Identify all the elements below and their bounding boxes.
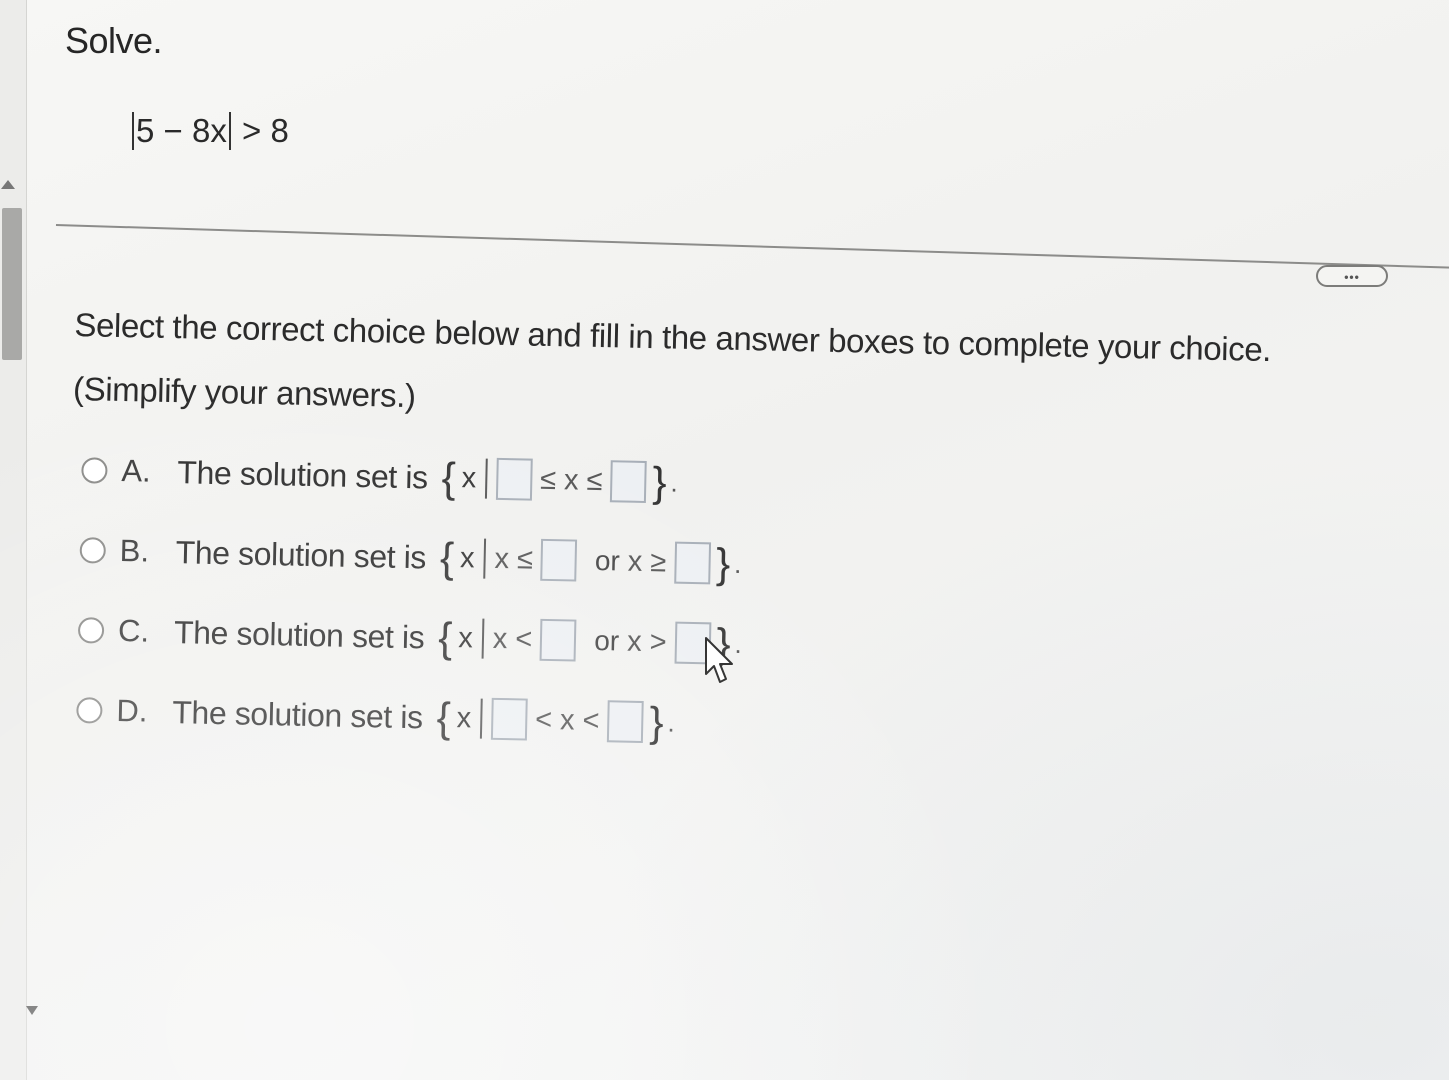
choice-a-operator-1: ≤ [539, 463, 557, 496]
choice-d-answer-box-1[interactable] [490, 697, 528, 741]
scroll-up-arrow-icon[interactable] [1, 180, 15, 189]
set-builder-bar [484, 458, 488, 499]
choice-c-or: or [593, 624, 620, 657]
simplify-note: (Simplify your answers.) [72, 369, 416, 415]
close-brace: } [649, 698, 665, 746]
choice-d-operator-2: < [582, 704, 600, 737]
set-builder-bar [479, 698, 483, 739]
choice-b-or: or [594, 544, 621, 577]
choice-list: A. The solution set is { x ≤ x ≤ } . B. … [66, 430, 1269, 775]
scroll-down-arrow-icon[interactable] [26, 1006, 38, 1015]
close-brace: } [715, 539, 731, 587]
set-variable: x [456, 701, 472, 734]
answer-section: Select the correct choice below and fill… [66, 300, 1272, 775]
choice-b-letter: B. [119, 532, 150, 569]
choice-c-radio[interactable] [77, 617, 105, 644]
equation-rhs: 8 [270, 112, 289, 149]
absolute-value-bar-right [228, 112, 231, 150]
equation-inside: 5 − 8x [136, 112, 227, 149]
close-brace: } [716, 619, 732, 667]
choice-c-lhs-var-2: x [626, 625, 642, 658]
absolute-value-bar-left [132, 112, 134, 150]
problem-equation: 5 − 8x > 8 [130, 112, 289, 150]
choice-b-period: . [733, 548, 742, 579]
choice-b-lhs-var: x [494, 542, 510, 575]
choice-d-answer-box-2[interactable] [607, 700, 644, 743]
choice-a-middle-var: x [563, 463, 579, 497]
choice-c-answer-box-2[interactable] [674, 621, 712, 665]
set-builder-bar [481, 618, 485, 659]
more-options-button[interactable]: ••• [1316, 265, 1388, 287]
set-builder-bar [483, 538, 486, 579]
equation-operator: > [242, 112, 262, 149]
choice-a-answer-box-2[interactable] [610, 460, 647, 504]
choice-a-answer-box-1[interactable] [495, 457, 533, 501]
choice-d-period: . [667, 707, 676, 738]
scrollbar-track[interactable] [0, 0, 27, 1080]
choice-b-radio[interactable] [79, 537, 107, 564]
open-brace: { [441, 453, 457, 502]
choice-c-text: The solution set is [173, 613, 425, 655]
choice-b-text: The solution set is [175, 533, 427, 575]
open-brace: { [437, 613, 453, 661]
choice-d-middle-var: x [559, 703, 575, 737]
choice-d-operator-1: < [534, 703, 553, 736]
choice-b-lhs-var-2: x [627, 545, 643, 578]
close-brace: } [652, 458, 668, 506]
choice-a-letter: A. [121, 453, 152, 489]
choice-b-operator-2: ≥ [649, 545, 667, 578]
choice-c-lhs-var: x [492, 622, 508, 655]
choice-b-answer-box-1[interactable] [540, 538, 578, 582]
set-variable: x [461, 461, 477, 494]
open-brace: { [439, 533, 455, 581]
scrollbar-thumb[interactable] [2, 208, 22, 360]
choice-b-answer-box-2[interactable] [673, 541, 711, 585]
choice-a-operator-2: ≤ [586, 464, 603, 497]
choice-c-period: . [734, 628, 743, 659]
problem-title: Solve. [65, 20, 163, 61]
choice-d-text: The solution set is [172, 693, 424, 735]
choice-a-period: . [670, 467, 679, 498]
choice-a-radio[interactable] [81, 457, 108, 484]
choice-d-radio[interactable] [76, 697, 103, 724]
choice-c-answer-box-1[interactable] [539, 618, 577, 662]
choice-c-operator-1: < [515, 622, 533, 656]
choice-c-letter: C. [117, 612, 150, 649]
choice-b-operator-1: ≤ [516, 542, 534, 576]
open-brace: { [436, 693, 452, 741]
choice-d-letter: D. [116, 692, 148, 729]
choice-a-text: The solution set is [177, 453, 429, 495]
set-variable: x [459, 541, 475, 574]
choice-c-operator-2: > [649, 625, 667, 658]
set-variable: x [458, 621, 474, 654]
